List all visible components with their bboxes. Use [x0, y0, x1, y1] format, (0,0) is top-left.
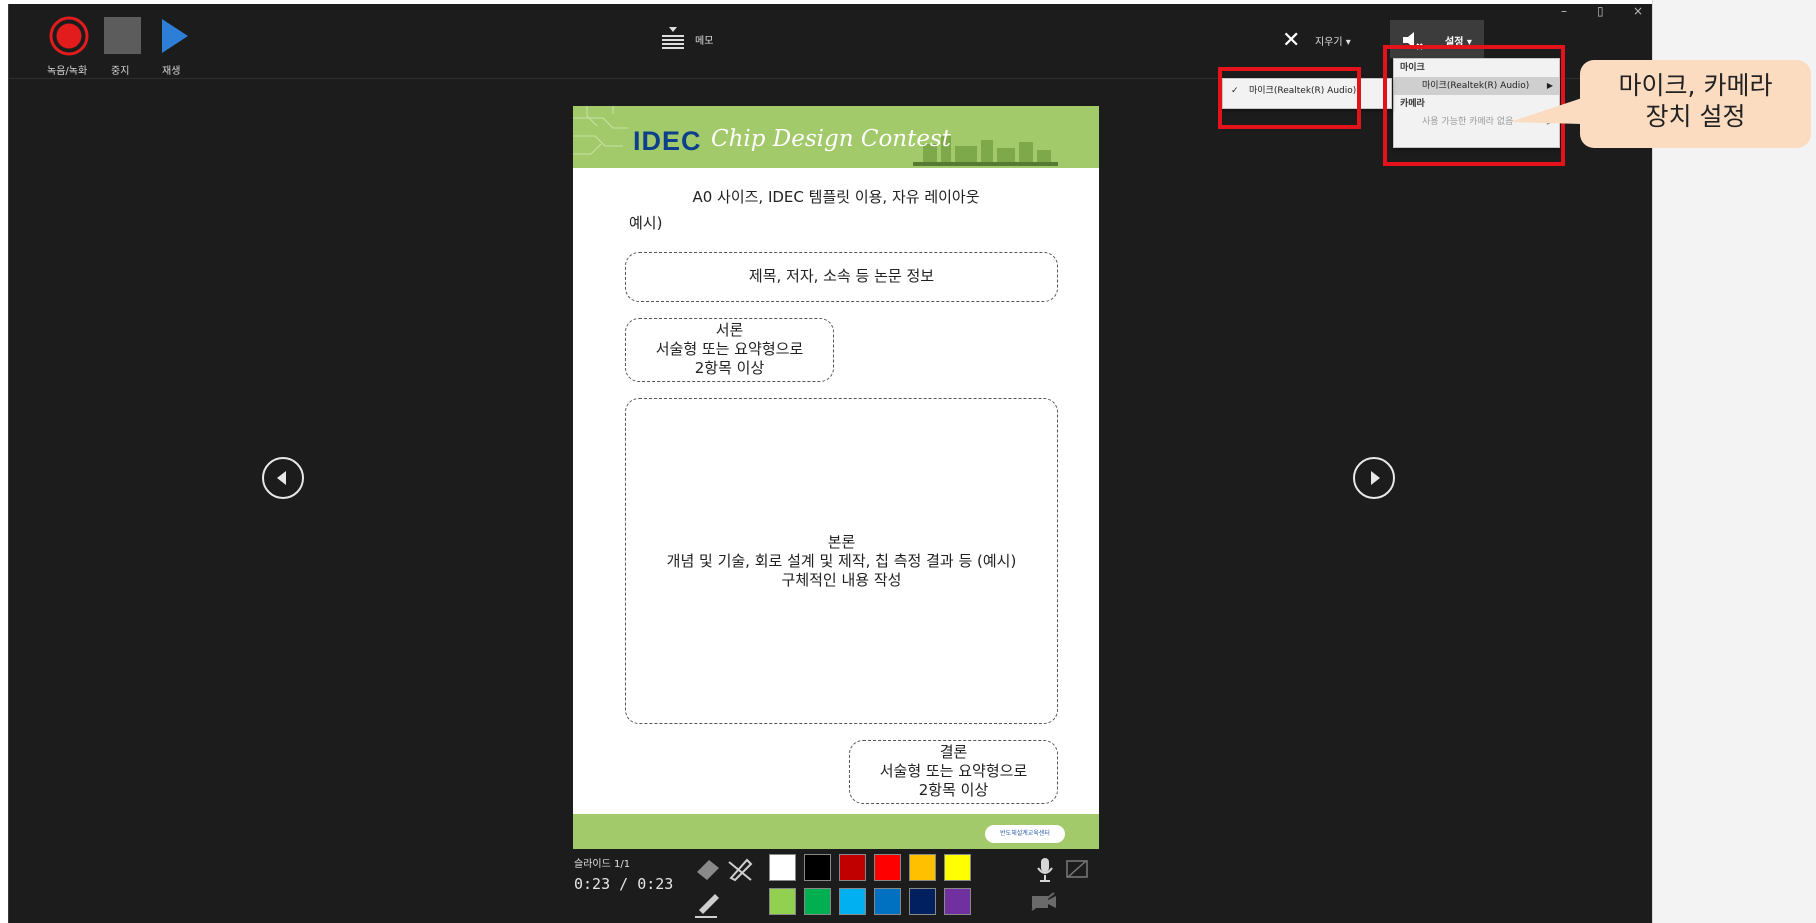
next-slide-icon [1371, 471, 1380, 485]
camera-off-icon[interactable] [1065, 857, 1091, 881]
submenu-arrow-icon: ▶ [1546, 81, 1553, 90]
color-swatch[interactable] [944, 888, 971, 915]
body-line3: 구체적인 내용 작성 [781, 571, 902, 589]
color-swatch[interactable] [874, 854, 901, 881]
stop-button[interactable] [104, 17, 141, 54]
close-window-button[interactable]: × [1633, 4, 1643, 18]
play-label: 재생 [162, 66, 181, 77]
clear-label: 지우기 [1315, 37, 1343, 48]
submenu-item-label: 마이크(Realtek(R) Audio) [1249, 86, 1357, 96]
intro-line1: 서론 [715, 321, 744, 339]
slide-banner: IDEC Chip Design Contest [573, 106, 1099, 168]
callout-line2: 장치 설정 [1645, 102, 1746, 131]
next-slide-button[interactable] [1353, 457, 1395, 499]
menu-item-microphone[interactable]: 마이크(Realtek(R) Audio) ▶ [1394, 77, 1559, 95]
callout-text: 마이크, 카메라 장치 설정 [1580, 70, 1811, 132]
pen-icon[interactable] [693, 888, 723, 920]
title-info-box: 제목, 저자, 소속 등 논문 정보 [625, 252, 1058, 302]
contest-title: Chip Design Contest [711, 126, 952, 152]
conclusion-line3: 2항목 이상 [918, 781, 989, 799]
prev-slide-icon [277, 471, 286, 485]
slide-preview: IDEC Chip Design Contest A0 사이즈, IDEC 템플… [573, 106, 1099, 849]
video-off-icon[interactable] [1029, 890, 1059, 914]
body-line1: 본론 [827, 533, 856, 551]
eraser-icon[interactable] [693, 854, 723, 882]
callout-pointer [1510, 98, 1582, 124]
color-swatch[interactable] [944, 854, 971, 881]
play-button[interactable] [159, 16, 191, 56]
intro-box: 서론 서술형 또는 요약형으로 2항목 이상 [625, 318, 834, 382]
color-swatch[interactable] [909, 854, 936, 881]
conclusion-line1: 결론 [939, 743, 968, 761]
stop-label: 중지 [111, 66, 130, 77]
record-icon [49, 16, 89, 56]
color-swatch[interactable] [804, 888, 831, 915]
color-swatch[interactable] [769, 888, 796, 915]
clear-button[interactable]: 지우기 ▾ [1315, 33, 1351, 48]
color-swatch[interactable] [874, 888, 901, 915]
slide-example-label: 예시) [629, 214, 663, 232]
microphone-icon[interactable] [1035, 856, 1055, 884]
settings-label-text: 설정 [1445, 37, 1464, 48]
close-x-icon[interactable]: ✕ [1282, 28, 1300, 53]
record-button[interactable] [49, 16, 89, 56]
footer-org-logo: 반도체설계교육센터 [985, 825, 1065, 843]
microphone-submenu: ✓ 마이크(Realtek(R) Audio) [1222, 78, 1392, 109]
slide-footer: 반도체설계교육센터 [573, 814, 1099, 849]
submenu-item-realtek-mic[interactable]: ✓ 마이크(Realtek(R) Audio) [1223, 82, 1391, 100]
callout-line1: 마이크, 카메라 [1618, 71, 1773, 100]
recording-window: – ▯ × 녹음/녹화 중지 재생 메모 ✕ 지우기 ▾ 설정 ▾ 마이크 마이… [8, 4, 1652, 923]
conclusion-box: 결론 서술형 또는 요약형으로 2항목 이상 [849, 740, 1058, 804]
memo-icon [662, 27, 684, 49]
checkmark-icon: ✓ [1231, 86, 1239, 96]
color-swatch[interactable] [909, 888, 936, 915]
memo-label: 메모 [695, 35, 714, 47]
pen-off-icon[interactable] [725, 854, 755, 882]
elapsed-time: 0:23 / 0:23 [574, 875, 674, 893]
play-icon [162, 19, 188, 53]
mic-header: 마이크 [1400, 63, 1425, 73]
settings-icon [1403, 32, 1423, 50]
intro-line3: 2항목 이상 [694, 359, 765, 377]
record-label: 녹음/녹화 [47, 66, 88, 77]
color-swatch[interactable] [839, 854, 866, 881]
minimize-button[interactable]: – [1561, 4, 1567, 18]
menu-item-camera-label: 사용 가능한 카메라 없음 [1422, 117, 1514, 127]
title-info-text: 제목, 저자, 소속 등 논문 정보 [748, 267, 935, 285]
color-swatch[interactable] [769, 854, 796, 881]
menu-item-microphone-label: 마이크(Realtek(R) Audio) [1422, 81, 1530, 91]
slide-counter: 슬라이드 1/1 [574, 859, 631, 870]
color-swatch[interactable] [839, 888, 866, 915]
slide-heading: A0 사이즈, IDEC 템플릿 이용, 자유 레이아웃 [692, 188, 980, 206]
conclusion-line2: 서술형 또는 요약형으로 [879, 762, 1028, 780]
idec-logo: IDEC [633, 126, 702, 156]
color-swatch[interactable] [804, 854, 831, 881]
intro-line2: 서술형 또는 요약형으로 [655, 340, 804, 358]
body-line2: 개념 및 기술, 회로 설계 및 제작, 칩 측정 결과 등 (예시) [666, 552, 1017, 570]
body-box: 본론 개념 및 기술, 회로 설계 및 제작, 칩 측정 결과 등 (예시) 구… [625, 398, 1058, 724]
restore-button[interactable]: ▯ [1597, 4, 1604, 18]
settings-label: 설정 ▾ [1445, 37, 1472, 48]
memo-button[interactable]: 메모 [661, 26, 713, 52]
prev-slide-button[interactable] [262, 457, 304, 499]
